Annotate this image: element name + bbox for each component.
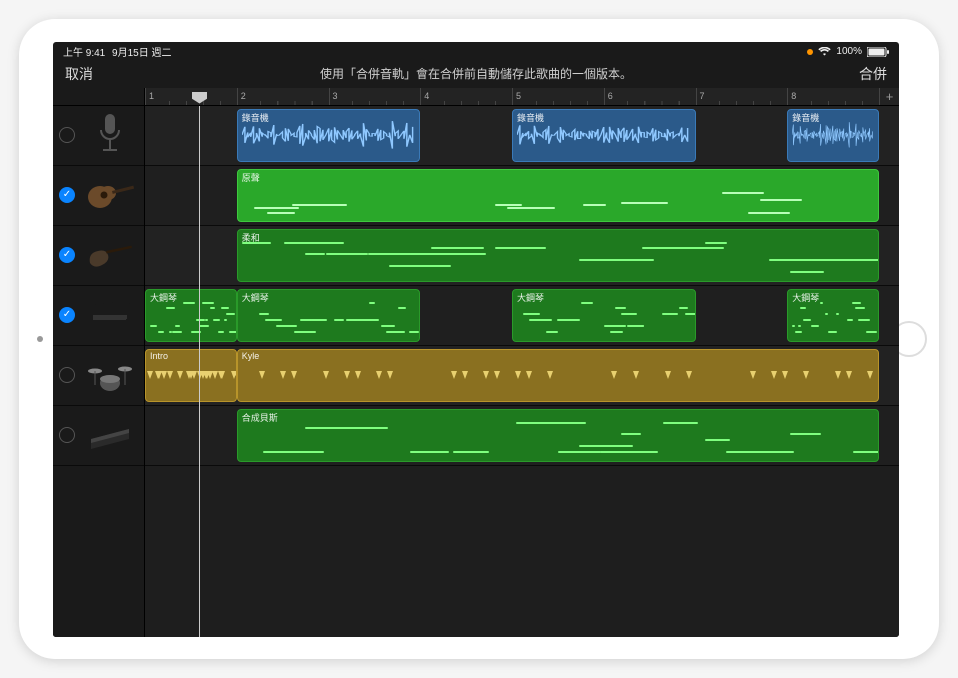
midi-notes [150,302,232,337]
region[interactable]: 錄音機 [512,109,696,162]
track-header-piano[interactable] [53,286,144,346]
region[interactable]: 大鋼琴 [237,289,421,342]
region-label: 大鋼琴 [242,291,269,304]
wifi-icon [818,47,831,56]
midi-notes [792,302,874,337]
region[interactable]: 大鋼琴 [512,289,696,342]
track-headers [53,88,145,637]
track-select-circle[interactable] [59,187,75,203]
camera-dot [37,336,43,342]
region[interactable]: 合成貝斯 [237,409,879,462]
merge-button[interactable]: 合併 [859,64,887,84]
acoustic-guitar-icon [81,166,138,225]
lanes: 錄音機 錄音機 錄音機原聲柔和大鋼琴 大鋼琴 大鋼琴 大鋼琴 Intro Kyle 合成貝斯 [145,106,899,637]
drums-icon [81,346,138,405]
track-header-bass-guitar[interactable] [53,226,144,286]
ruler-spacer [53,88,144,106]
nav-bar: 取消 使用「合併音軌」會在合併前自動儲存此歌曲的一個版本。 合併 [53,60,899,88]
midi-notes [242,242,874,277]
track-header-drums[interactable] [53,346,144,406]
region-label: 錄音機 [242,111,269,124]
status-date: 9月15日 週二 [112,48,171,59]
midi-notes [242,422,874,457]
track-header-mic[interactable] [53,106,144,166]
midi-notes [242,182,874,217]
region-label: 柔和 [242,231,260,244]
timeline[interactable]: 1 2 3 4 5 6 7 8 + 錄音機錄音機錄音機原聲柔和大鋼琴大鋼琴大鋼琴… [145,88,899,637]
add-section-button[interactable]: + [879,88,899,105]
track-select-circle[interactable] [59,307,75,323]
region[interactable]: 錄音機 [237,109,421,162]
track-lane[interactable]: 合成貝斯 [145,406,899,466]
track-lane[interactable]: 錄音機 錄音機 錄音機 [145,106,899,166]
region[interactable]: 錄音機 [787,109,879,162]
nav-title: 使用「合併音軌」會在合併前自動儲存此歌曲的一個版本。 [320,65,632,82]
app-screen: 上午 9:41 9月15日 週二 100% 取消 使用「合併音軌」會在合併前自動… [53,42,899,637]
battery-percent: 100% [836,46,862,57]
status-bar: 上午 9:41 9月15日 週二 100% [53,42,899,60]
region[interactable]: 大鋼琴 [145,289,237,342]
ruler-marker[interactable]: 3 [329,88,421,105]
midi-notes [517,302,691,337]
cancel-button[interactable]: 取消 [65,64,93,84]
piano-icon [81,286,138,345]
status-right: 100% [807,46,889,57]
region[interactable]: Kyle [237,349,879,402]
ruler-marker[interactable]: 4 [420,88,512,105]
region-label: 大鋼琴 [517,291,544,304]
drum-pattern [238,350,878,401]
ruler-marker[interactable]: 1 [145,88,237,105]
region-label: 大鋼琴 [792,291,819,304]
status-left: 上午 9:41 9月15日 週二 [63,44,172,59]
ruler[interactable]: 1 2 3 4 5 6 7 8 + [145,88,899,106]
ruler-marker[interactable]: 7 [696,88,788,105]
region[interactable]: Intro [145,349,237,402]
midi-notes [242,302,416,337]
track-select-circle[interactable] [59,247,75,263]
region[interactable]: 原聲 [237,169,879,222]
ruler-marker[interactable]: 8 [787,88,879,105]
ipad-frame: 上午 9:41 9月15日 週二 100% 取消 使用「合併音軌」會在合併前自動… [19,19,939,659]
region-label: 錄音機 [517,111,544,124]
region-label: Kyle [242,351,260,361]
ruler-marker[interactable]: 6 [604,88,696,105]
region-label: 合成貝斯 [242,411,278,424]
track-lane[interactable]: 原聲 [145,166,899,226]
playhead[interactable] [199,106,200,637]
region-label: Intro [150,351,168,361]
ruler-marker[interactable]: 5 [512,88,604,105]
track-lane[interactable]: 柔和 [145,226,899,286]
track-lane[interactable]: Intro Kyle [145,346,899,406]
track-lane[interactable]: 大鋼琴 大鋼琴 大鋼琴 大鋼琴 [145,286,899,346]
recording-indicator-icon [807,49,813,55]
ruler-marker[interactable]: 2 [237,88,329,105]
region[interactable]: 大鋼琴 [787,289,879,342]
track-header-acoustic-guitar[interactable] [53,166,144,226]
region-label: 大鋼琴 [150,291,177,304]
region-label: 原聲 [242,171,260,184]
workspace: 1 2 3 4 5 6 7 8 + 錄音機錄音機錄音機原聲柔和大鋼琴大鋼琴大鋼琴… [53,88,899,637]
track-select-circle[interactable] [59,127,75,143]
track-header-synth[interactable] [53,406,144,466]
battery-icon [867,47,889,57]
synth-icon [81,406,138,465]
status-time: 上午 9:41 [63,48,105,59]
region[interactable]: 柔和 [237,229,879,282]
bass-guitar-icon [81,226,138,285]
region-label: 錄音機 [792,111,819,124]
microphone-icon [81,106,138,165]
track-select-circle[interactable] [59,367,75,383]
track-select-circle[interactable] [59,427,75,443]
